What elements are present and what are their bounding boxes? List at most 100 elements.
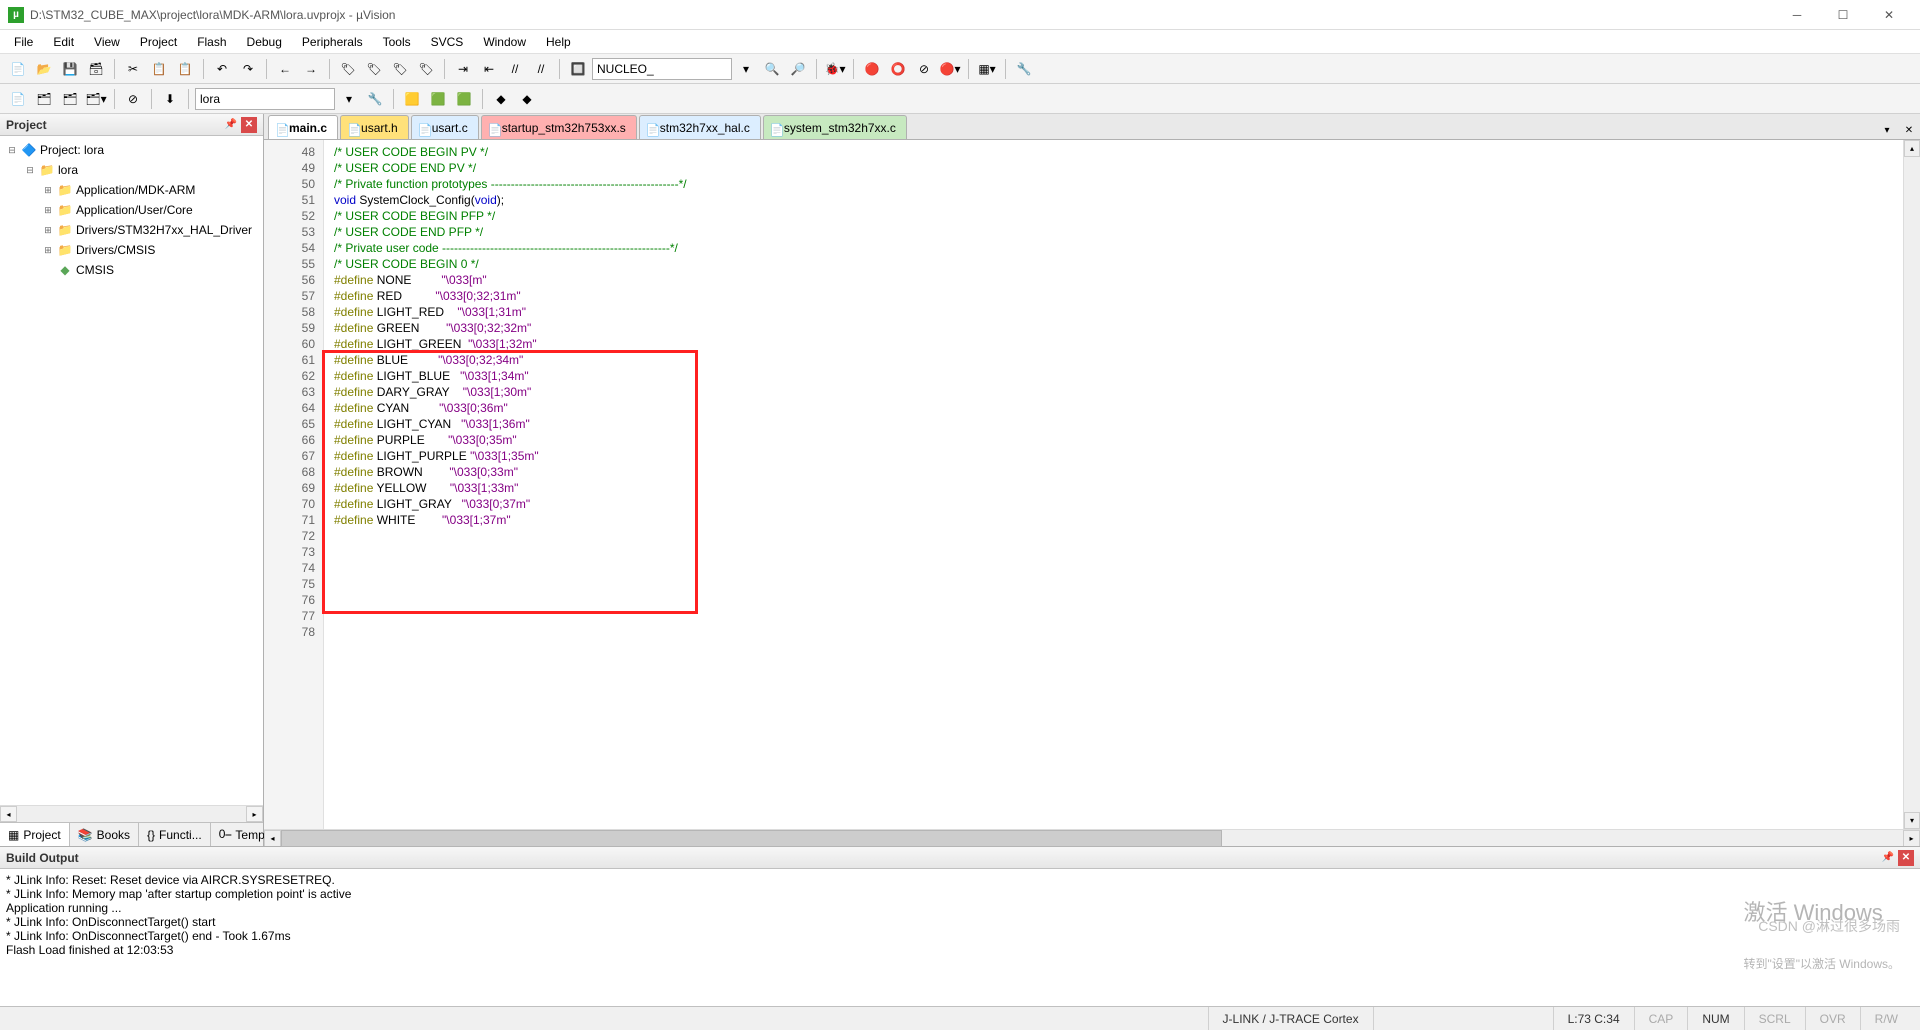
editor-vscrollbar[interactable]: ▴ ▾ <box>1903 140 1920 829</box>
panel-tab-books[interactable]: 📚Books <box>70 823 139 846</box>
dropdown-button[interactable]: ▾ <box>734 57 758 81</box>
expand-icon[interactable]: ⊞ <box>42 185 54 196</box>
scroll-left-button[interactable]: ◂ <box>0 806 17 822</box>
save-all-button[interactable]: 🗃 <box>84 57 108 81</box>
panel-close-button[interactable]: ✕ <box>241 117 257 133</box>
nav-forward-button[interactable]: → <box>299 57 323 81</box>
scroll-left-button[interactable]: ◂ <box>264 830 281 847</box>
scroll-right-button[interactable]: ▸ <box>246 806 263 822</box>
scroll-down-button[interactable]: ▾ <box>1904 812 1920 829</box>
target-options-button[interactable]: 🔧 <box>363 87 387 111</box>
editor-tab[interactable]: 📄main.c <box>268 115 338 139</box>
breakpoint-insert-button[interactable]: 🔴 <box>860 57 884 81</box>
rebuild-button[interactable]: 🗂 <box>58 87 82 111</box>
editor-hscrollbar[interactable]: ◂ ▸ <box>264 829 1920 846</box>
bookmark-button[interactable]: 🏷 <box>336 57 360 81</box>
tree-group[interactable]: ⊞📁Drivers/STM32H7xx_HAL_Driver <box>0 220 263 240</box>
tree-root[interactable]: ⊟ 🔷 Project: lora <box>0 140 263 160</box>
debug-button[interactable]: 🐞▾ <box>823 57 847 81</box>
panel-tab-project[interactable]: ▦Project <box>0 823 70 846</box>
breakpoint-disable-button[interactable]: ⊘ <box>912 57 936 81</box>
project-tree[interactable]: ⊟ 🔷 Project: lora ⊟ 📁 lora ⊞📁Application… <box>0 136 263 805</box>
open-file-button[interactable]: 📂 <box>32 57 56 81</box>
editor-tab[interactable]: 📄usart.h <box>340 115 409 139</box>
download-button[interactable]: ⬇ <box>158 87 182 111</box>
menu-help[interactable]: Help <box>536 32 581 52</box>
menu-file[interactable]: File <box>4 32 43 52</box>
editor-tab[interactable]: 📄usart.c <box>411 115 479 139</box>
select-packs-button[interactable]: 🟩 <box>452 87 476 111</box>
menu-debug[interactable]: Debug <box>237 32 292 52</box>
translate-button[interactable]: 📄 <box>6 87 30 111</box>
bookmark-next-button[interactable]: 🏷 <box>388 57 412 81</box>
expand-icon[interactable]: ⊞ <box>42 245 54 256</box>
editor-tab[interactable]: 📄startup_stm32h753xx.s <box>481 115 637 139</box>
expand-icon[interactable]: ⊟ <box>6 145 18 156</box>
menu-project[interactable]: Project <box>130 32 187 52</box>
scroll-track[interactable] <box>281 830 1903 847</box>
scroll-thumb[interactable] <box>281 830 1222 847</box>
find-input[interactable] <box>592 58 732 80</box>
find-button[interactable]: 🔍 <box>760 57 784 81</box>
configure-button[interactable]: 🔧 <box>1012 57 1036 81</box>
tab-list-button[interactable]: ▾ <box>1878 121 1896 139</box>
pin-button[interactable]: 📌 <box>1880 850 1896 866</box>
redo-button[interactable]: ↷ <box>236 57 260 81</box>
menu-peripherals[interactable]: Peripherals <box>292 32 373 52</box>
bookmark-clear-button[interactable]: 🏷 <box>414 57 438 81</box>
expand-icon[interactable]: ⊟ <box>24 165 36 176</box>
stop-build-button[interactable]: ⊘ <box>121 87 145 111</box>
expand-icon[interactable]: ⊞ <box>42 225 54 236</box>
undo-button[interactable]: ↶ <box>210 57 234 81</box>
code-area[interactable]: /* USER CODE BEGIN PV *//* USER CODE END… <box>324 140 1903 829</box>
bookmark-prev-button[interactable]: 🏷 <box>362 57 386 81</box>
build-button[interactable]: 🗂 <box>32 87 56 111</box>
scroll-track[interactable] <box>17 806 246 822</box>
menu-tools[interactable]: Tools <box>373 32 421 52</box>
breakpoint-toggle-button[interactable]: ⭕ <box>886 57 910 81</box>
uncomment-button[interactable]: // <box>529 57 553 81</box>
manage-components-button[interactable]: ◆ <box>515 87 539 111</box>
tree-group[interactable]: ◆CMSIS <box>0 260 263 280</box>
close-button[interactable]: ✕ <box>1866 0 1912 30</box>
minimize-button[interactable]: ─ <box>1774 0 1820 30</box>
menu-view[interactable]: View <box>84 32 130 52</box>
manage-rtos-button[interactable]: 🟨 <box>400 87 424 111</box>
cut-button[interactable]: ✂ <box>121 57 145 81</box>
tree-group[interactable]: ⊞📁Application/User/Core <box>0 200 263 220</box>
pin-button[interactable]: 📌 <box>223 117 239 133</box>
target-dropdown-button[interactable]: ▾ <box>337 87 361 111</box>
editor-tab[interactable]: 📄stm32h7xx_hal.c <box>639 115 761 139</box>
tree-group[interactable]: ⊞📁Drivers/CMSIS <box>0 240 263 260</box>
scroll-right-button[interactable]: ▸ <box>1903 830 1920 847</box>
panel-close-button[interactable]: ✕ <box>1898 850 1914 866</box>
target-select[interactable] <box>195 88 335 110</box>
menu-flash[interactable]: Flash <box>187 32 236 52</box>
tree-target[interactable]: ⊟ 📁 lora <box>0 160 263 180</box>
outdent-button[interactable]: ⇤ <box>477 57 501 81</box>
incremental-find-button[interactable]: 🔎 <box>786 57 810 81</box>
copy-button[interactable]: 📋 <box>147 57 171 81</box>
tab-close-button[interactable]: ✕ <box>1900 121 1918 139</box>
maximize-button[interactable]: ☐ <box>1820 0 1866 30</box>
window-layout-button[interactable]: ▦▾ <box>975 57 999 81</box>
breakpoint-kill-button[interactable]: 🔴▾ <box>938 57 962 81</box>
project-hscrollbar[interactable]: ◂ ▸ <box>0 805 263 822</box>
new-file-button[interactable]: 📄 <box>6 57 30 81</box>
menu-window[interactable]: Window <box>473 32 536 52</box>
menu-svcs[interactable]: SVCS <box>421 32 474 52</box>
scroll-up-button[interactable]: ▴ <box>1904 140 1920 157</box>
build-output-body[interactable]: * JLink Info: Reset: Reset device via AI… <box>0 869 1920 1006</box>
tree-group[interactable]: ⊞📁Application/MDK-ARM <box>0 180 263 200</box>
paste-button[interactable]: 📋 <box>173 57 197 81</box>
expand-icon[interactable]: ⊞ <box>42 205 54 216</box>
pack-installer-button[interactable]: ◆ <box>489 87 513 111</box>
save-button[interactable]: 💾 <box>58 57 82 81</box>
panel-tab-functi[interactable]: {}Functi... <box>139 823 211 846</box>
batch-build-button[interactable]: 🗂▾ <box>84 87 108 111</box>
comment-button[interactable]: // <box>503 57 527 81</box>
manage-packs-button[interactable]: 🟩 <box>426 87 450 111</box>
indent-button[interactable]: ⇥ <box>451 57 475 81</box>
scroll-track[interactable] <box>1904 157 1920 812</box>
editor-tab[interactable]: 📄system_stm32h7xx.c <box>763 115 907 139</box>
